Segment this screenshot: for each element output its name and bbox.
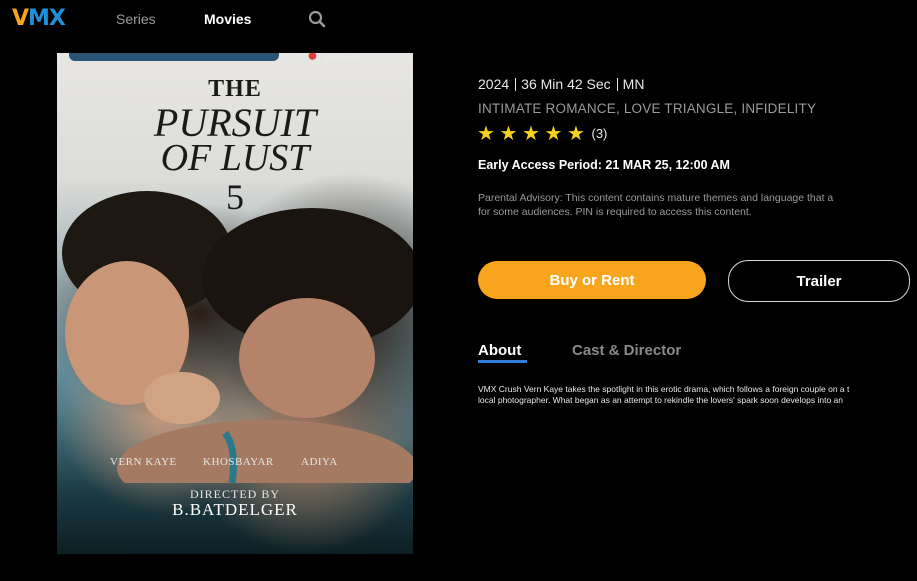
active-tab-indicator — [478, 360, 527, 363]
early-access-period: Early Access Period: 21 MAR 25, 12:00 AM — [478, 158, 730, 172]
star-icon: ★ — [567, 121, 585, 145]
star-icon: ★ — [477, 121, 495, 145]
poster-top-banner — [69, 53, 279, 61]
star-icon: ★ — [499, 121, 518, 145]
release-year: 2024 — [478, 76, 510, 92]
meta-divider — [616, 78, 618, 91]
poster-director-name: B.BATDELGER — [172, 500, 298, 519]
star-rating: ★ ★ ★ ★ ★ (3) — [477, 122, 607, 144]
poster-title-line1: THE — [208, 76, 262, 102]
poster-artwork — [62, 191, 413, 483]
nav-movies-link[interactable]: Movies — [204, 11, 251, 27]
vmx-logo[interactable]: VMX — [12, 6, 66, 31]
buy-or-rent-button[interactable]: Buy or Rent — [478, 261, 706, 299]
about-line: local photographer. What began as an att… — [478, 395, 843, 405]
movie-poster: ● plus THE PURSUIT OF LUST 5 VERN KAYE K… — [57, 53, 413, 554]
nav-series-link[interactable]: Series — [116, 11, 156, 27]
parental-advisory: Parental Advisory: This content contains… — [478, 191, 917, 219]
logo-mx: MX — [28, 6, 66, 31]
movie-meta-info: 2024 36 Min 42 Sec MN — [478, 76, 644, 92]
about-description: VMX Crush Vern Kaye takes the spotlight … — [478, 384, 917, 406]
rating-count: (3) — [591, 125, 608, 141]
language-code: MN — [622, 76, 645, 92]
advisory-line: for some audiences. PIN is required to a… — [478, 206, 752, 218]
logo-v: V — [12, 6, 29, 31]
duration: 36 Min 42 Sec — [521, 76, 611, 92]
poster-cast-name: KHOSBAYAR — [203, 456, 274, 468]
tab-about[interactable]: About — [478, 342, 521, 359]
poster-title-line3: OF LUST — [160, 137, 310, 179]
poster-brand-text: plus — [322, 53, 360, 65]
movie-detail-page: VMX Series Movies ● plus THE PURSUIT OF … — [0, 0, 917, 581]
tab-cast-director[interactable]: Cast & Director — [572, 342, 681, 359]
trailer-button[interactable]: Trailer — [728, 260, 910, 302]
genre-tags: INTIMATE ROMANCE, LOVE TRIANGLE, INFIDEL… — [478, 101, 817, 116]
advisory-line: Parental Advisory: This content contains… — [478, 192, 834, 204]
poster-brand-logo: ● plus — [307, 53, 360, 66]
poster-cast-name: ADIYA — [301, 456, 338, 468]
star-icon: ★ — [522, 121, 540, 145]
about-line: VMX Crush Vern Kaye takes the spotlight … — [478, 384, 850, 394]
meta-divider — [515, 78, 517, 91]
search-icon[interactable] — [308, 10, 326, 28]
poster-cast-name: VERN KAYE — [110, 456, 177, 468]
top-nav: VMX Series Movies — [0, 0, 917, 40]
star-icon: ★ — [544, 121, 563, 145]
